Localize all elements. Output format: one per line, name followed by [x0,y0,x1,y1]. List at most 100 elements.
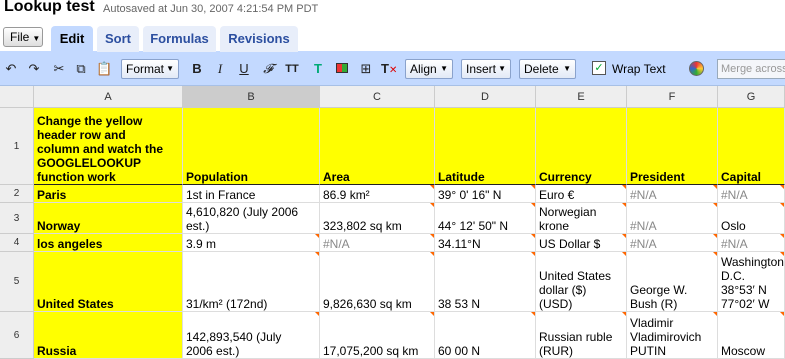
column-header-f[interactable]: F [627,86,718,108]
cell-f5[interactable]: George W. Bush (R) [627,252,718,312]
cell-g6[interactable]: Moscow [718,312,785,359]
document-title[interactable]: Lookup test [4,0,95,16]
cell-c2[interactable]: 86.9 km² [320,185,435,203]
text-color-icon[interactable]: T [310,61,326,77]
column-header-a[interactable]: A [34,86,183,108]
cell-e5[interactable]: United States dollar ($) (USD) [536,252,627,312]
cell-c6[interactable]: 17,075,200 sq km [320,312,435,359]
cell-f1[interactable]: President [627,108,718,185]
cell-text: los angeles [37,237,103,251]
cell-e2[interactable]: Euro € [536,185,627,203]
cell-c5[interactable]: 9,826,630 sq km [320,252,435,312]
corner-select-all[interactable] [0,86,34,108]
column-header-b[interactable]: B [183,86,320,108]
undo-icon[interactable]: ↶ [3,61,19,77]
italic-icon[interactable]: I [212,61,228,77]
column-header-c[interactable]: C [320,86,435,108]
cell-b5[interactable]: 31/km² (172nd) [183,252,320,312]
row-header-5[interactable]: 5 [0,252,34,312]
cell-text: Currency [539,170,592,184]
cell-a3[interactable]: Norway [34,203,183,234]
format-dropdown[interactable]: Format ▼ [121,59,179,79]
tab-bar: File ▼ Edit Sort Formulas Revisions [0,22,785,53]
palette-icon[interactable] [688,61,704,77]
font-size-icon[interactable]: TT [284,61,300,77]
clear-format-icon[interactable]: T✕ [381,61,397,77]
align-label: Align [410,62,437,76]
cell-d2[interactable]: 39° 0' 16" N [435,185,536,203]
tab-sort[interactable]: Sort [97,26,139,53]
row-header-2[interactable]: 2 [0,185,34,203]
cell-b4[interactable]: 3.9 m [183,234,320,252]
cell-text: 17,075,200 sq km [323,344,419,358]
cell-e3[interactable]: Norwegian krone [536,203,627,234]
cell-text: 3.9 m [186,237,217,251]
cell-c3[interactable]: 323,802 sq km [320,203,435,234]
comment-marker-icon [430,185,434,189]
cell-text: US Dollar $ [539,237,601,251]
cell-g5[interactable]: Washington D.C. 38°53′ N 77°02′ W [718,252,785,312]
cell-g3[interactable]: Oslo [718,203,785,234]
merge-across-button[interactable]: Merge across [717,59,785,79]
copy-icon[interactable]: ⧉ [73,61,89,77]
cell-f3[interactable]: #N/A [627,203,718,234]
chevron-down-icon: ▼ [440,64,448,73]
paste-icon[interactable]: 📋 [96,61,112,77]
cell-a2[interactable]: Paris [34,185,183,203]
cell-a1[interactable]: Change the yellow header row and column … [34,108,183,185]
column-header-g[interactable]: G [718,86,785,108]
cell-g2[interactable]: #N/A [718,185,785,203]
cell-b1[interactable]: Population [183,108,320,185]
cell-d1[interactable]: Latitude [435,108,536,185]
wrap-text-label: Wrap Text [612,62,666,76]
comment-marker-icon [622,252,626,256]
cell-g4[interactable]: #N/A [718,234,785,252]
background-color-icon[interactable] [334,61,350,77]
cell-text: President [630,170,685,184]
cell-text: 1st in France [186,188,256,202]
font-icon[interactable]: 𝓕 [260,61,276,77]
borders-icon[interactable]: ⊞ [358,61,374,77]
cell-text: Vladimir Vladimirovich PUTIN [630,316,702,358]
cell-e4[interactable]: US Dollar $ [536,234,627,252]
underline-icon[interactable]: U [236,61,252,77]
cell-b3[interactable]: 4,610,820 (July 2006 est.) [183,203,320,234]
cell-g1[interactable]: Capital [718,108,785,185]
cell-b2[interactable]: 1st in France [183,185,320,203]
bold-icon[interactable]: B [189,61,205,77]
row-header-3[interactable]: 3 [0,203,34,234]
cell-text: Paris [37,188,67,202]
align-dropdown[interactable]: Align ▼ [405,59,453,79]
cell-d6[interactable]: 60 00 N [435,312,536,359]
row-header-1[interactable]: 1 [0,108,34,185]
redo-icon[interactable]: ↷ [26,61,42,77]
cell-f2[interactable]: #N/A [627,185,718,203]
cell-e1[interactable]: Currency [536,108,627,185]
row-header-6[interactable]: 6 [0,312,34,359]
column-header-d[interactable]: D [435,86,536,108]
cell-f6[interactable]: Vladimir Vladimirovich PUTIN [627,312,718,359]
cell-a4[interactable]: los angeles [34,234,183,252]
cell-e6[interactable]: Russian ruble (RUR) [536,312,627,359]
cell-c1[interactable]: Area [320,108,435,185]
cell-c4[interactable]: #N/A [320,234,435,252]
tab-revisions[interactable]: Revisions [220,26,298,53]
cell-b6[interactable]: 142,893,540 (July 2006 est.) [183,312,320,359]
cell-d4[interactable]: 34.11°N [435,234,536,252]
cell-a6[interactable]: Russia [34,312,183,359]
wrap-text-checkbox[interactable]: ✓ [592,61,606,75]
cell-text: Russian ruble (RUR) [539,330,613,358]
row-header-4[interactable]: 4 [0,234,34,252]
delete-dropdown[interactable]: Delete ▼ [519,59,576,79]
cell-d5[interactable]: 38 53 N [435,252,536,312]
cut-icon[interactable]: ✂ [51,61,67,77]
cell-a5[interactable]: United States [34,252,183,312]
cell-f4[interactable]: #N/A [627,234,718,252]
insert-dropdown[interactable]: Insert ▼ [461,59,511,79]
column-header-e[interactable]: E [536,86,627,108]
tab-edit[interactable]: Edit [51,26,93,53]
tab-formulas[interactable]: Formulas [143,26,216,53]
comment-marker-icon [780,312,784,316]
file-menu-button[interactable]: File ▼ [3,27,43,47]
cell-d3[interactable]: 44° 12' 50" N [435,203,536,234]
